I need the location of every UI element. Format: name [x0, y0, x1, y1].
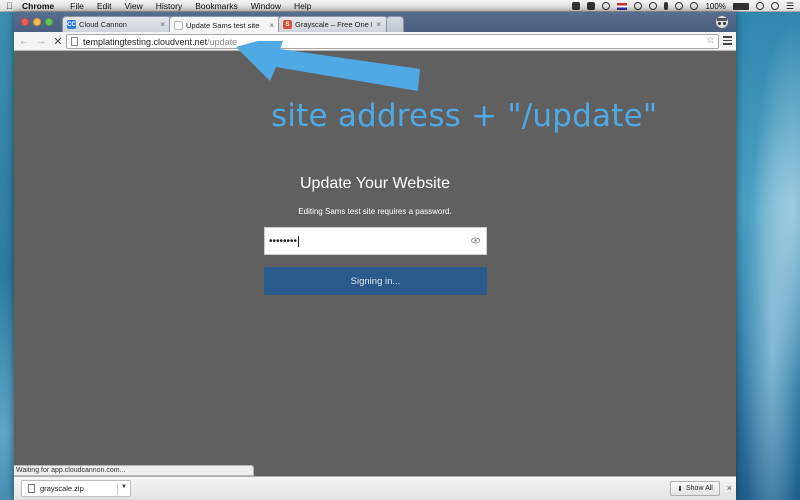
window-controls	[21, 18, 53, 26]
file-icon	[28, 484, 35, 493]
cloudcannon-icon: CC	[67, 20, 76, 29]
menu-bookmarks[interactable]: Bookmarks	[195, 1, 238, 11]
bluetooth-icon[interactable]	[664, 2, 669, 10]
tab-title: Update Sams test site	[186, 20, 260, 30]
forward-arrow-icon[interactable]: →	[34, 36, 48, 47]
download-item[interactable]: grayscale.zip ▼	[21, 480, 131, 497]
close-window-button[interactable]	[21, 18, 29, 26]
dropbox-icon[interactable]	[587, 2, 596, 10]
show-all-downloads-button[interactable]: ⬇ Show All	[670, 481, 720, 496]
page-info-icon[interactable]	[71, 37, 78, 46]
menu-history[interactable]: History	[156, 1, 182, 11]
close-download-shelf-icon[interactable]: ×	[727, 483, 732, 493]
airplay-icon[interactable]	[649, 2, 658, 10]
tab-cloud-cannon[interactable]: CC Cloud Cannon ×	[62, 16, 172, 32]
volume-icon[interactable]	[690, 2, 699, 10]
menu-bar:  Chrome File Edit View History Bookmark…	[0, 0, 800, 12]
tab-title: Cloud Cannon	[79, 20, 127, 29]
clock-icon[interactable]	[755, 2, 764, 10]
desktop-wallpaper	[730, 12, 800, 500]
screen-icon[interactable]	[572, 2, 581, 10]
chevron-down-icon[interactable]: ▼	[121, 484, 127, 490]
close-icon[interactable]: ×	[269, 21, 274, 30]
download-shelf: grayscale.zip ▼ ⬇ Show All ×	[14, 476, 736, 500]
page-icon	[174, 20, 183, 30]
password-input[interactable]: ••••••••	[264, 227, 487, 255]
flag-icon[interactable]	[617, 2, 628, 10]
bookmark-star-icon[interactable]: ☆	[706, 35, 715, 46]
annotation-text: site address + "/update"	[271, 98, 658, 134]
menu-edit[interactable]: Edit	[97, 1, 112, 11]
wifi-icon[interactable]	[675, 2, 684, 10]
browser-window: CC Cloud Cannon × Update Sams test site …	[14, 12, 736, 500]
tab-update-site[interactable]: Update Sams test site ×	[169, 16, 281, 33]
menu-file[interactable]: File	[70, 1, 84, 11]
url-host: templatingtesting.cloudvent.net	[83, 36, 208, 47]
page-content: site address + "/update" Update Your Web…	[14, 41, 736, 476]
download-icon: ⬇	[677, 485, 683, 493]
status-bubble: Waiting for app.cloudcannon.com...	[14, 465, 254, 476]
show-password-icon[interactable]	[471, 236, 480, 245]
menu-help[interactable]: Help	[294, 1, 311, 11]
spotlight-icon[interactable]	[770, 2, 779, 10]
battery-icon[interactable]	[732, 2, 749, 10]
chrome-menu-icon[interactable]	[723, 36, 732, 47]
menu-extras: 100% ☰	[572, 0, 794, 12]
timemachine-icon[interactable]	[634, 2, 643, 10]
battery-percent: 100%	[705, 1, 726, 11]
tab-grayscale[interactable]: S Grayscale – Free One Page ×	[278, 16, 388, 32]
sync-icon[interactable]	[602, 2, 611, 10]
menu-app-name[interactable]: Chrome	[22, 1, 54, 11]
profile-avatar-icon[interactable]	[714, 15, 730, 29]
minimize-window-button[interactable]	[33, 18, 41, 26]
apple-icon[interactable]: 	[6, 1, 22, 11]
tab-strip: CC Cloud Cannon × Update Sams test site …	[14, 12, 736, 33]
zoom-window-button[interactable]	[45, 18, 53, 26]
stop-loading-icon[interactable]: ✕	[51, 35, 65, 48]
menu-window[interactable]: Window	[251, 1, 281, 11]
close-icon[interactable]: ×	[376, 20, 381, 29]
show-all-label: Show All	[686, 485, 713, 492]
s-icon: S	[283, 20, 292, 29]
url-path: /update	[207, 36, 238, 47]
menu-view[interactable]: View	[124, 1, 142, 11]
page-subtitle: Editing Sams test site requires a passwo…	[298, 207, 452, 216]
page-title: Update Your Website	[299, 175, 451, 192]
text-caret	[298, 235, 300, 247]
sign-in-button[interactable]: Signing in...	[264, 267, 487, 295]
back-arrow-icon[interactable]: ←	[17, 36, 31, 47]
new-tab-button[interactable]	[386, 16, 404, 32]
tab-title: Grayscale – Free One Page	[295, 20, 372, 29]
password-mask: ••••••••	[269, 235, 298, 247]
close-icon[interactable]: ×	[160, 20, 165, 29]
notification-center-icon[interactable]: ☰	[786, 1, 794, 12]
download-filename: grayscale.zip	[40, 484, 84, 493]
